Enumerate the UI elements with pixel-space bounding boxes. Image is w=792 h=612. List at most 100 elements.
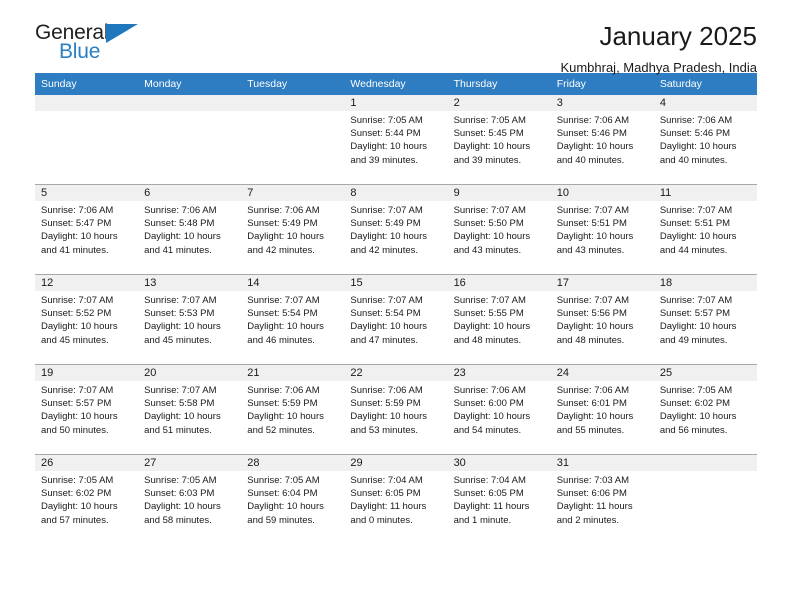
day-sunset-text: Sunset: 5:57 PM	[41, 398, 112, 410]
calendar-day-cell[interactable]: 22 Sunrise: 7:06 AM Sunset: 5:59 PM Dayligh…	[344, 364, 448, 455]
calendar-day-cell[interactable]: 27 Sunrise: 7:05 AM Sunset: 6:03 PM Dayligh…	[138, 454, 242, 544]
day-sunset-text: Sunset: 5:53 PM	[144, 308, 215, 320]
day-sunset-text: Sunset: 5:54 PM	[247, 308, 318, 320]
calendar-day-cell[interactable]: 9 Sunrise: 7:07 AM Sunset: 5:50 PM Daylight…	[447, 184, 551, 275]
calendar-day-cell[interactable]: 8 Sunrise: 7:07 AM Sunset: 5:49 PM Daylight…	[344, 184, 448, 275]
day-daylight1-text: Daylight: 10 hours	[556, 141, 634, 153]
calendar-day-cell[interactable]: 1 Sunrise: 7:05 AM Sunset: 5:44 PM Daylight…	[344, 95, 448, 185]
day-daylight2-text: and 40 minutes.	[659, 154, 728, 166]
day-sunrise-text: Sunrise: 7:07 AM	[41, 295, 114, 306]
day-sunset-text: Sunset: 5:47 PM	[41, 218, 112, 230]
day-sunrise-text: Sunrise: 7:07 AM	[453, 295, 526, 306]
day-number: 2	[447, 95, 551, 111]
calendar-day-cell[interactable]: 4 Sunrise: 7:06 AM Sunset: 5:46 PM Daylight…	[653, 95, 757, 185]
calendar-day-cell[interactable]: 3 Sunrise: 7:06 AM Sunset: 5:46 PM Daylight…	[550, 95, 654, 185]
calendar-day-cell[interactable]: 21 Sunrise: 7:06 AM Sunset: 5:59 PM Dayligh…	[241, 364, 345, 455]
day-number: 11	[653, 185, 757, 201]
calendar-day-cell[interactable]: 7 Sunrise: 7:06 AM Sunset: 5:49 PM Daylight…	[241, 184, 345, 275]
calendar-day-cell[interactable]: 14 Sunrise: 7:07 AM Sunset: 5:54 PM Dayligh…	[241, 274, 345, 365]
calendar-day-cell[interactable]: 5 Sunrise: 7:06 AM Sunset: 5:47 PM Daylight…	[35, 184, 139, 275]
day-sunrise-text: Sunrise: 7:07 AM	[41, 385, 114, 396]
day-cell-content: 15 Sunrise: 7:07 AM Sunset: 5:54 PM Dayligh…	[344, 275, 448, 364]
day-daylight1-text: Daylight: 10 hours	[453, 141, 531, 153]
day-sun-info: Sunrise: 7:07 AM Sunset: 5:54 PM Daylight:…	[344, 291, 447, 347]
day-sunrise-text: Sunrise: 7:07 AM	[556, 205, 630, 216]
day-daylight1-text: Daylight: 10 hours	[659, 141, 737, 153]
calendar-week-row: 26 Sunrise: 7:05 AM Sunset: 6:02 PM Dayligh…	[35, 454, 757, 544]
day-daylight1-text: Daylight: 10 hours	[659, 411, 737, 423]
day-daylight1-text: Daylight: 10 hours	[247, 501, 324, 513]
day-sunrise-text: Sunrise: 7:03 AM	[556, 475, 630, 486]
day-number: 25	[653, 365, 757, 381]
day-sun-info: Sunrise: 7:06 AM Sunset: 5:49 PM Daylight:…	[241, 201, 344, 257]
day-sunset-text: Sunset: 6:06 PM	[556, 488, 627, 500]
calendar-day-cell[interactable]: 20 Sunrise: 7:07 AM Sunset: 5:58 PM Dayligh…	[138, 364, 242, 455]
day-cell-content: 19 Sunrise: 7:07 AM Sunset: 5:57 PM Dayligh…	[35, 365, 139, 454]
day-sunset-text: Sunset: 5:55 PM	[453, 308, 524, 320]
day-sunset-text: Sunset: 5:58 PM	[144, 398, 215, 410]
calendar-day-cell[interactable]: 29 Sunrise: 7:04 AM Sunset: 6:05 PM Dayligh…	[344, 454, 448, 544]
day-sun-info: Sunrise: 7:06 AM Sunset: 5:46 PM Daylight:…	[654, 111, 757, 167]
day-cell-content: 21 Sunrise: 7:06 AM Sunset: 5:59 PM Dayligh…	[241, 365, 345, 454]
calendar-day-cell[interactable]: 28 Sunrise: 7:05 AM Sunset: 6:04 PM Dayligh…	[241, 454, 345, 544]
calendar-day-cell[interactable]: 2 Sunrise: 7:05 AM Sunset: 5:45 PM Daylight…	[447, 95, 551, 185]
day-number: 4	[653, 95, 757, 111]
day-sun-info: Sunrise: 7:06 AM Sunset: 5:47 PM Daylight:…	[35, 201, 138, 257]
day-daylight2-text: and 53 minutes.	[350, 424, 419, 436]
calendar-day-cell[interactable]: 10 Sunrise: 7:07 AM Sunset: 5:51 PM Dayligh…	[550, 184, 654, 275]
calendar-day-cell[interactable]: 15 Sunrise: 7:07 AM Sunset: 5:54 PM Dayligh…	[344, 274, 448, 365]
day-daylight1-text: Daylight: 10 hours	[41, 411, 118, 423]
day-cell-content: 8 Sunrise: 7:07 AM Sunset: 5:49 PM Daylight…	[344, 185, 448, 274]
day-sunset-text: Sunset: 5:48 PM	[144, 218, 215, 230]
day-cell-content: 24 Sunrise: 7:06 AM Sunset: 6:01 PM Dayligh…	[550, 365, 654, 454]
logo-triangle-icon	[106, 24, 138, 43]
day-sun-info: Sunrise: 7:07 AM Sunset: 5:56 PM Daylight:…	[551, 291, 654, 347]
calendar-day-cell[interactable]: 19 Sunrise: 7:07 AM Sunset: 5:57 PM Dayligh…	[35, 364, 139, 455]
calendar-week-row: 12 Sunrise: 7:07 AM Sunset: 5:52 PM Dayligh…	[35, 274, 757, 365]
day-sun-info: Sunrise: 7:05 AM Sunset: 6:02 PM Daylight:…	[654, 381, 757, 437]
day-daylight2-text: and 47 minutes.	[350, 334, 419, 346]
day-cell-content: 11 Sunrise: 7:07 AM Sunset: 5:51 PM Dayligh…	[653, 185, 757, 274]
weekday-header-saturday: Saturday	[653, 73, 757, 95]
calendar-day-cell[interactable]: 25 Sunrise: 7:05 AM Sunset: 6:02 PM Dayligh…	[653, 364, 757, 455]
day-sunrise-text: Sunrise: 7:06 AM	[659, 115, 733, 126]
day-sunset-text: Sunset: 5:45 PM	[453, 128, 524, 140]
day-sunset-text: Sunset: 5:54 PM	[350, 308, 421, 320]
day-sunrise-text: Sunrise: 7:07 AM	[247, 295, 320, 306]
day-number: 8	[344, 185, 448, 201]
calendar-day-cell[interactable]: 16 Sunrise: 7:07 AM Sunset: 5:55 PM Dayligh…	[447, 274, 551, 365]
day-cell-content: 3 Sunrise: 7:06 AM Sunset: 5:46 PM Daylight…	[550, 95, 654, 184]
day-daylight1-text: Daylight: 10 hours	[350, 141, 427, 153]
calendar-day-cell[interactable]: 24 Sunrise: 7:06 AM Sunset: 6:01 PM Dayligh…	[550, 364, 654, 455]
day-daylight2-text: and 45 minutes.	[41, 334, 109, 346]
calendar-day-cell[interactable]: 18 Sunrise: 7:07 AM Sunset: 5:57 PM Dayligh…	[653, 274, 757, 365]
day-number	[653, 455, 757, 471]
day-sunrise-text: Sunrise: 7:05 AM	[453, 115, 526, 126]
day-sun-info: Sunrise: 7:07 AM Sunset: 5:58 PM Daylight:…	[138, 381, 241, 437]
calendar-day-cell[interactable]: 13 Sunrise: 7:07 AM Sunset: 5:53 PM Dayligh…	[138, 274, 242, 365]
calendar-day-cell[interactable]: 17 Sunrise: 7:07 AM Sunset: 5:56 PM Dayligh…	[550, 274, 654, 365]
day-daylight1-text: Daylight: 10 hours	[247, 321, 324, 333]
calendar-day-cell[interactable]: 23 Sunrise: 7:06 AM Sunset: 6:00 PM Dayligh…	[447, 364, 551, 455]
general-blue-logo[interactable]: General Blue	[35, 22, 155, 68]
day-sunrise-text: Sunrise: 7:05 AM	[350, 115, 423, 126]
day-sunrise-text: Sunrise: 7:05 AM	[41, 475, 114, 486]
day-cell-content	[138, 95, 242, 184]
calendar-day-cell[interactable]: 12 Sunrise: 7:07 AM Sunset: 5:52 PM Dayligh…	[35, 274, 139, 365]
calendar-day-cell[interactable]: 30 Sunrise: 7:04 AM Sunset: 6:05 PM Dayligh…	[447, 454, 551, 544]
day-sunset-text: Sunset: 5:44 PM	[350, 128, 421, 140]
day-cell-content: 16 Sunrise: 7:07 AM Sunset: 5:55 PM Dayligh…	[447, 275, 551, 364]
day-sun-info: Sunrise: 7:07 AM Sunset: 5:49 PM Daylight:…	[344, 201, 447, 257]
calendar-day-cell[interactable]: 11 Sunrise: 7:07 AM Sunset: 5:51 PM Dayligh…	[653, 184, 757, 275]
day-daylight1-text: Daylight: 10 hours	[556, 321, 634, 333]
day-sunrise-text: Sunrise: 7:05 AM	[247, 475, 320, 486]
day-sunrise-text: Sunrise: 7:04 AM	[453, 475, 526, 486]
calendar-day-cell[interactable]: 6 Sunrise: 7:06 AM Sunset: 5:48 PM Daylight…	[138, 184, 242, 275]
calendar-day-cell[interactable]: 26 Sunrise: 7:05 AM Sunset: 6:02 PM Dayligh…	[35, 454, 139, 544]
day-sunrise-text: Sunrise: 7:06 AM	[247, 205, 320, 216]
day-number: 15	[344, 275, 448, 291]
calendar-day-cell[interactable]: 31 Sunrise: 7:03 AM Sunset: 6:06 PM Dayligh…	[550, 454, 654, 544]
day-sun-info: Sunrise: 7:06 AM Sunset: 5:46 PM Daylight:…	[551, 111, 654, 167]
day-number: 1	[344, 95, 448, 111]
day-daylight2-text: and 58 minutes.	[144, 514, 212, 526]
